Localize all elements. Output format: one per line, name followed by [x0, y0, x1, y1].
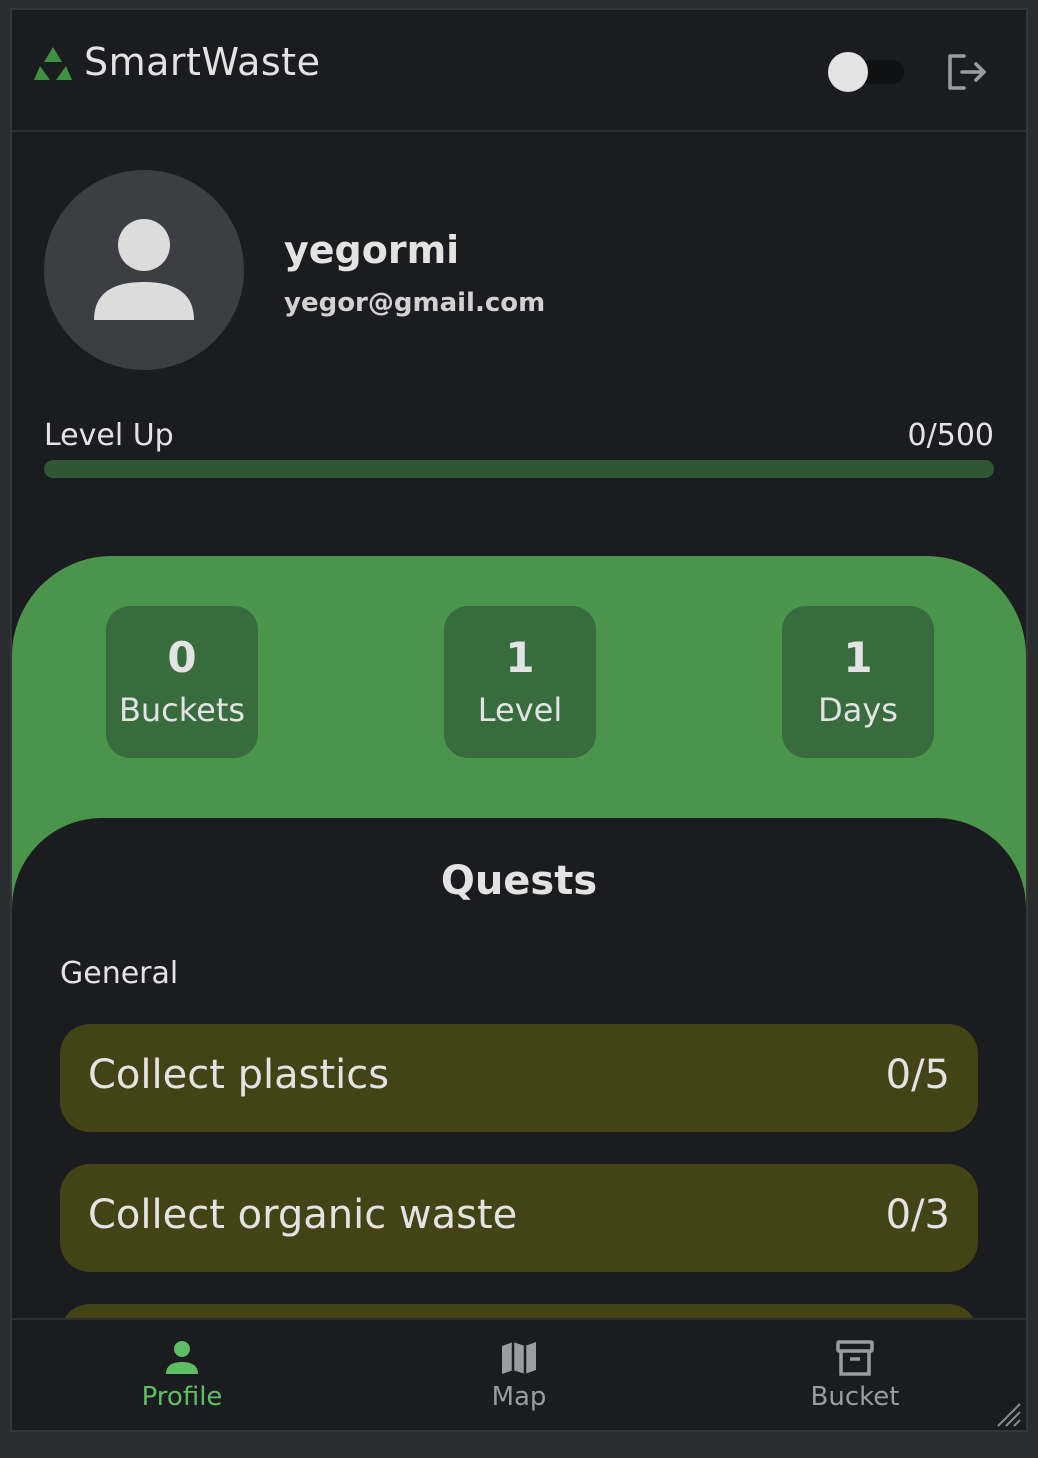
quest-progress: 0/3 — [885, 1192, 950, 1238]
quest-name: Collect plastics — [88, 1052, 390, 1098]
bottom-navigation: Profile Map Bucket — [12, 1318, 1026, 1430]
app-window: SmartWaste yegormi yegor@gmail.com Level… — [10, 8, 1028, 1432]
logout-icon[interactable] — [942, 48, 990, 96]
quest-section-label: General — [60, 956, 179, 991]
level-up-label: Level Up — [44, 418, 174, 453]
quest-item[interactable]: Collect organic waste 0/3 — [60, 1164, 978, 1272]
stat-value: 1 — [505, 633, 535, 682]
nav-item-bucket[interactable]: Bucket — [755, 1320, 955, 1430]
nav-label: Profile — [141, 1382, 223, 1412]
archive-box-icon — [836, 1340, 874, 1376]
person-icon — [94, 219, 194, 320]
username: yegormi — [284, 228, 460, 272]
nav-label: Bucket — [810, 1382, 900, 1412]
quests-title: Quests — [440, 858, 598, 904]
theme-toggle[interactable] — [828, 50, 904, 94]
user-email: yegor@gmail.com — [284, 288, 546, 318]
map-icon — [502, 1342, 536, 1374]
quest-name: Collect organic waste — [88, 1192, 518, 1238]
level-progress-bar — [44, 460, 994, 478]
quests-panel: Quests General Collect plastics 0/5 Coll… — [12, 818, 1026, 1412]
quest-progress: 0/5 — [885, 1052, 950, 1098]
top-app-bar: SmartWaste — [12, 10, 1026, 132]
nav-item-profile[interactable]: Profile — [82, 1320, 282, 1430]
stat-label: Buckets — [118, 691, 246, 729]
stat-value: 0 — [167, 633, 197, 682]
person-icon — [166, 1341, 198, 1374]
app-title: SmartWaste — [84, 40, 321, 84]
stat-label: Days — [818, 691, 898, 729]
avatar — [44, 170, 244, 370]
nav-label: Map — [491, 1382, 547, 1412]
stat-buckets: 0 Buckets — [106, 606, 258, 758]
nav-item-map[interactable]: Map — [419, 1320, 619, 1430]
level-up-value: 0/500 — [907, 418, 994, 453]
quest-item[interactable]: Collect plastics 0/5 — [60, 1024, 978, 1132]
recycle-icon — [34, 47, 72, 80]
toggle-thumb — [828, 52, 868, 92]
resize-grip-icon[interactable] — [996, 1402, 1022, 1428]
stat-label: Level — [477, 691, 563, 729]
stat-level: 1 Level — [444, 606, 596, 758]
stat-days: 1 Days — [782, 606, 934, 758]
stat-value: 1 — [843, 633, 873, 682]
